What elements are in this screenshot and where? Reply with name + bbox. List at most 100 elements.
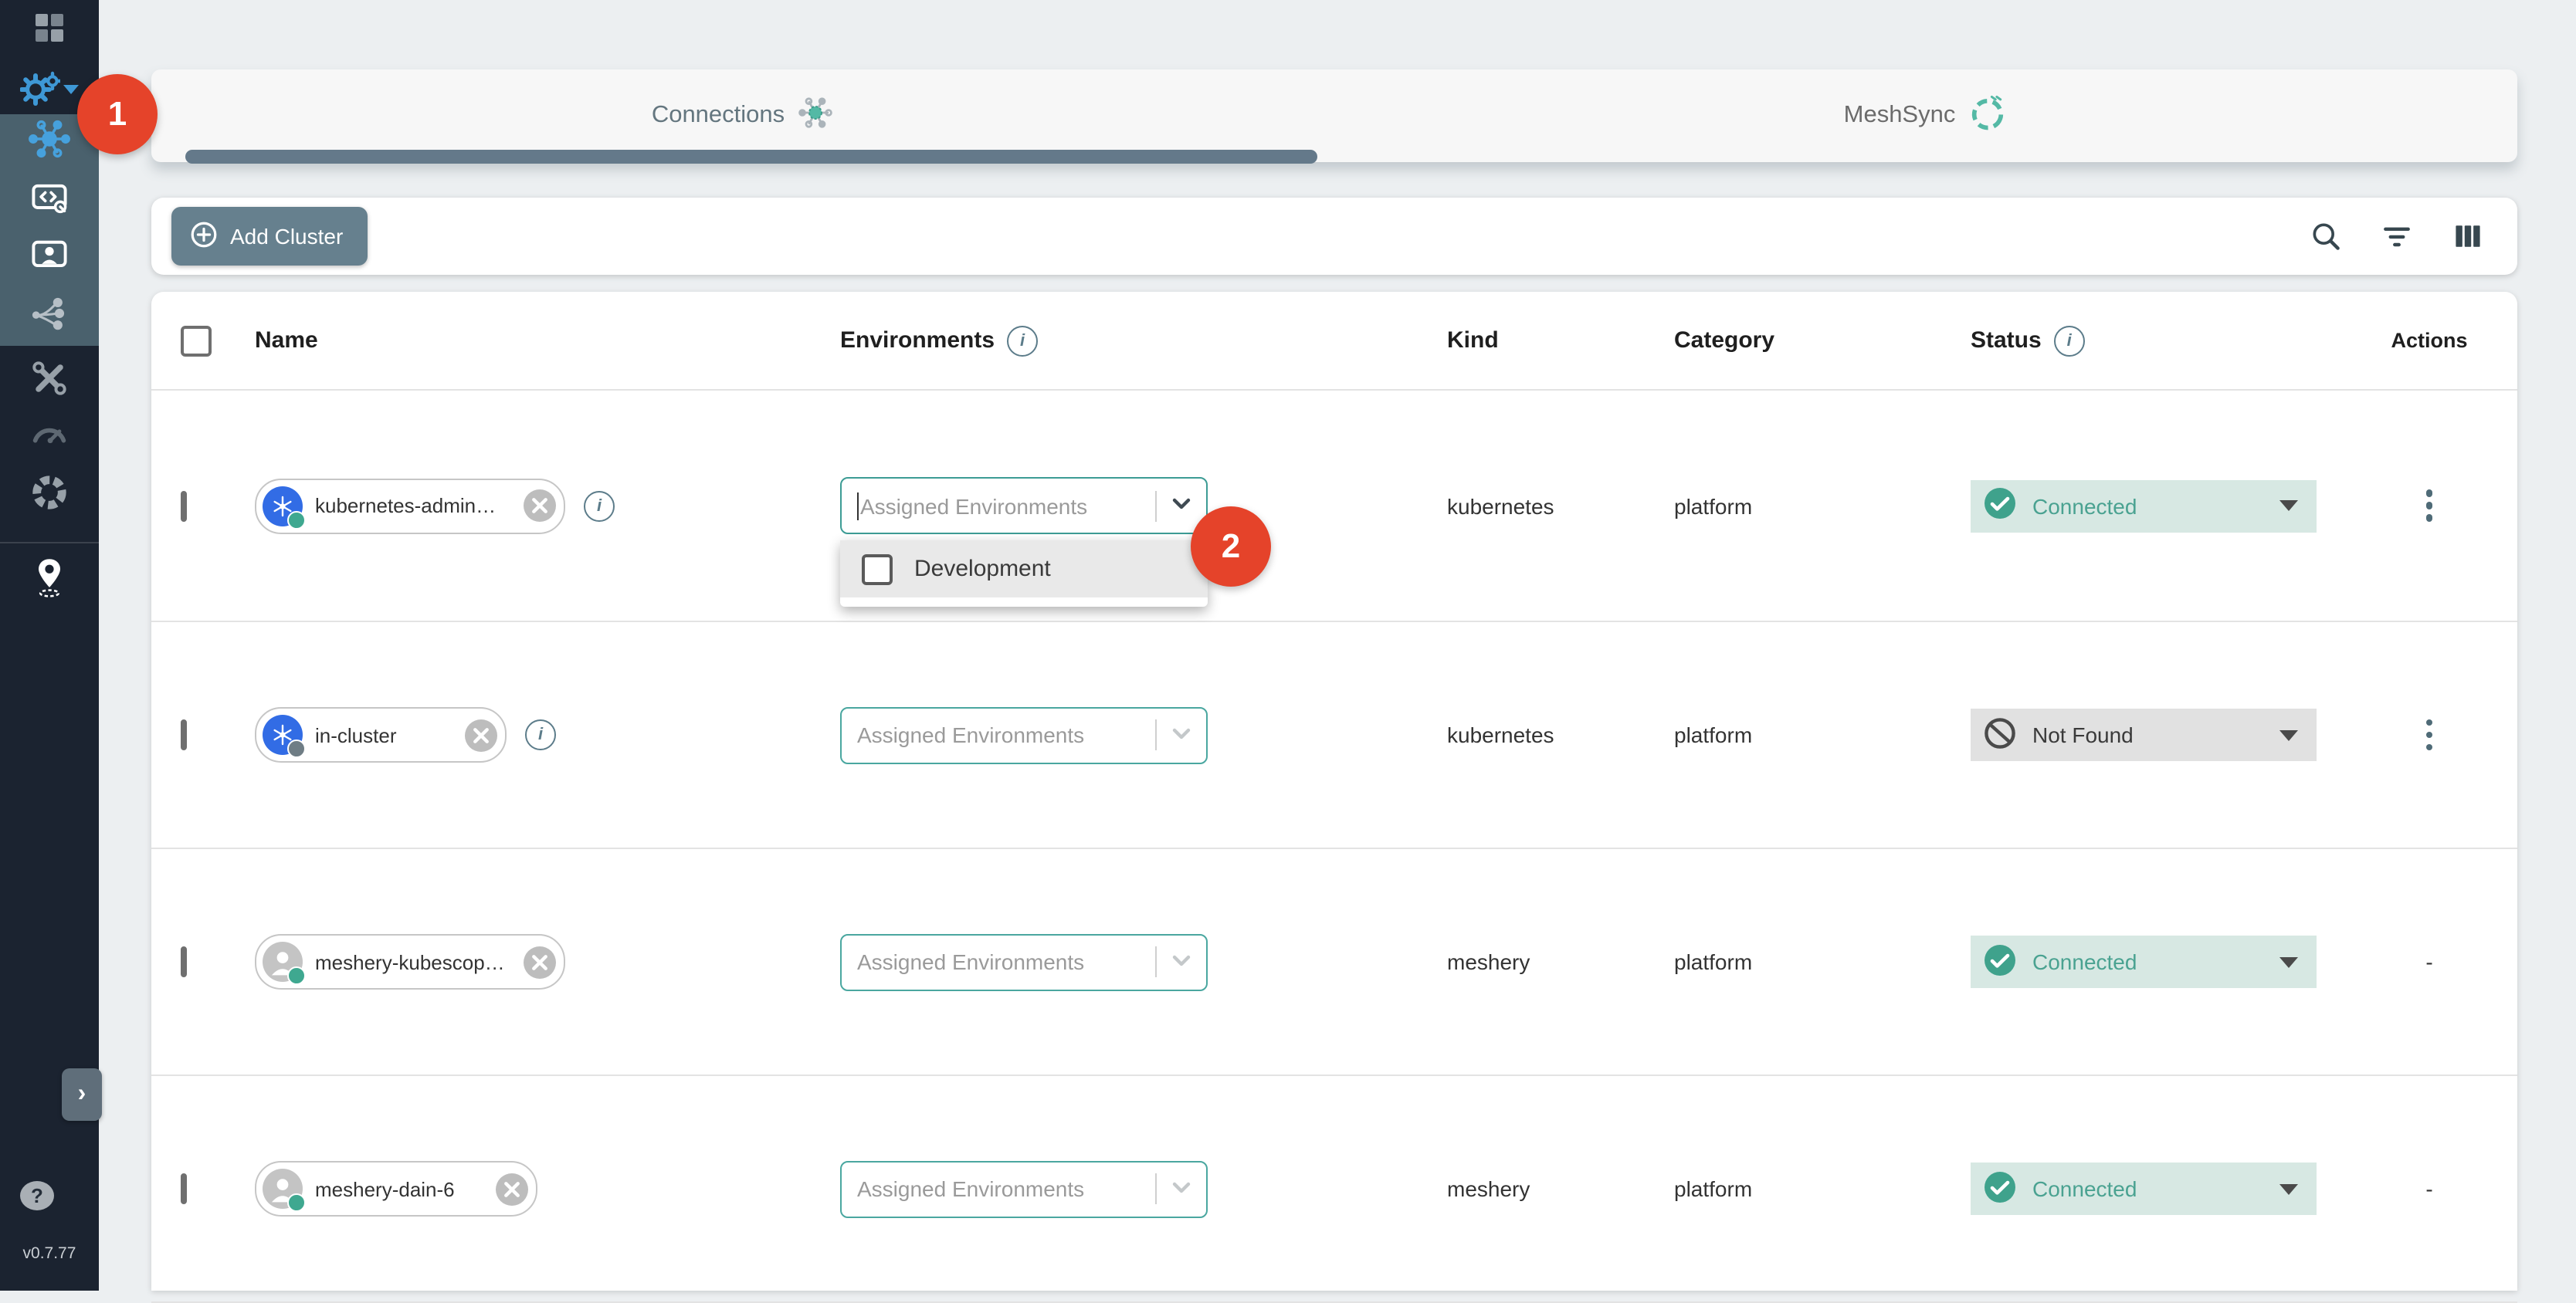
meshsync-spinner-icon [1968,92,2008,140]
option-checkbox[interactable] [862,553,893,584]
tab-connections[interactable]: Connections [151,69,1334,162]
annotation-circle-2: 2 [1191,506,1271,587]
table-header: Name Environments i Kind Category Status… [151,292,2517,391]
connection-info-icon[interactable]: i [584,490,615,521]
row-checkbox[interactable] [181,490,187,521]
environments-placeholder: Assigned Environments [857,1176,1143,1201]
connection-name: kubernetes-admin… [315,494,511,517]
environments-placeholder: Assigned Environments [857,723,1143,747]
connection-name-chip[interactable]: kubernetes-admin… [255,478,565,533]
connected-check-icon [1983,486,2017,525]
environments-info-icon[interactable]: i [1007,325,1038,356]
category-value: platform [1674,949,1752,974]
status-select[interactable]: Connected [1971,479,2317,532]
status-select[interactable]: Connected [1971,936,2317,988]
kebab-menu-icon[interactable] [2420,713,2439,757]
tab-connections-label: Connections [652,102,785,130]
adapters-code-icon [29,178,69,225]
delete-connection-icon[interactable] [524,946,556,978]
chevron-down-icon [63,84,79,93]
environments-dropdown: Development [840,540,1208,607]
connection-name-chip[interactable]: meshery-dain-6 [255,1161,537,1217]
option-label: Development [914,556,1051,582]
annotation-circle-1: 1 [77,74,158,154]
row-checkbox[interactable] [181,1173,187,1204]
kind-value: kubernetes [1447,493,1554,518]
sidebar-item-environments[interactable] [0,553,99,610]
connections-network-icon [28,118,71,169]
status-dot [287,739,306,758]
status-select[interactable]: Not Found [1971,709,2317,761]
column-status: Status [1971,327,2042,354]
location-pin-icon [29,556,69,607]
add-cluster-button[interactable]: Add Cluster [171,207,368,266]
environments-placeholder: Assigned Environments [860,493,1143,518]
kubernetes-icon [263,715,303,755]
environments-select[interactable]: Assigned Environments [840,933,1208,990]
status-dot [287,966,306,985]
category-value: platform [1674,723,1752,747]
view-columns-icon[interactable] [2449,218,2486,255]
status-value: Connected [2032,1176,2279,1201]
status-value: Not Found [2032,723,2279,747]
dashboard-icon [34,12,65,51]
sidebar-lifecycle-submenu [0,114,99,346]
avatar-icon [263,1169,303,1209]
status-dot [287,1193,306,1212]
kind-value: meshery [1447,949,1530,974]
chevron-down-icon[interactable] [1169,720,1194,750]
sidebar-item-dashboard[interactable] [0,3,99,60]
connection-name-chip[interactable]: in-cluster [255,707,507,763]
sidebar-item-profiles[interactable] [0,230,99,288]
caret-down-icon [2279,500,2298,511]
connection-name-chip[interactable]: meshery-kubescop… [255,934,565,990]
tools-icon [29,358,69,406]
sidebar-item-configuration[interactable] [0,354,99,411]
connection-info-icon[interactable]: i [525,719,556,750]
add-cluster-label: Add Cluster [230,224,343,249]
category-value: platform [1674,1176,1752,1201]
caret-down-icon [2279,956,2298,967]
tab-meshsync[interactable]: MeshSync [1334,69,2517,162]
table-toolbar: Add Cluster [151,198,2517,275]
column-category: Category [1674,327,1774,354]
environments-placeholder: Assigned Environments [857,949,1143,974]
status-value: Connected [2032,493,2279,518]
sidebar: › ? v0.7.77 [0,0,99,1291]
speedometer-icon [29,414,69,462]
not-found-icon [1983,716,2017,754]
environments-select[interactable]: Assigned Environments [840,1160,1208,1217]
kind-value: kubernetes [1447,723,1554,747]
extensions-ring-icon [29,472,69,520]
status-info-icon[interactable]: i [2054,325,2085,356]
sidebar-expand-button[interactable]: › [62,1068,102,1121]
select-all-checkbox[interactable] [181,325,212,356]
filter-icon[interactable] [2378,218,2415,255]
connections-tab-icon [797,93,834,138]
sidebar-item-performance[interactable] [0,409,99,466]
table-row: meshery-dain-6 Assigned Environments mes… [151,1076,2517,1303]
sidebar-item-service-graph[interactable] [0,288,99,346]
status-select[interactable]: Connected [1971,1163,2317,1215]
select-divider [1155,1173,1157,1204]
avatar-icon [263,942,303,982]
delete-connection-icon[interactable] [524,489,556,522]
row-checkbox[interactable] [181,719,187,750]
kebab-menu-icon[interactable] [2420,484,2439,528]
connected-check-icon [1983,1169,2017,1208]
delete-connection-icon[interactable] [496,1173,528,1205]
chevron-down-icon[interactable] [1169,947,1194,976]
row-checkbox[interactable] [181,946,187,977]
chevron-down-icon[interactable] [1169,491,1194,520]
chevron-down-icon[interactable] [1169,1174,1194,1203]
help-icon[interactable]: ? [20,1181,54,1210]
environments-select[interactable]: Assigned Environments [840,706,1208,763]
search-icon[interactable] [2307,218,2344,255]
sidebar-item-adapters[interactable] [0,172,99,230]
delete-connection-icon[interactable] [465,719,497,751]
category-value: platform [1674,493,1752,518]
environment-option-development[interactable]: Development [840,540,1208,597]
kind-value: meshery [1447,1176,1530,1201]
sidebar-item-extensions[interactable] [0,468,99,525]
environments-select[interactable]: Assigned Environments [840,477,1208,534]
